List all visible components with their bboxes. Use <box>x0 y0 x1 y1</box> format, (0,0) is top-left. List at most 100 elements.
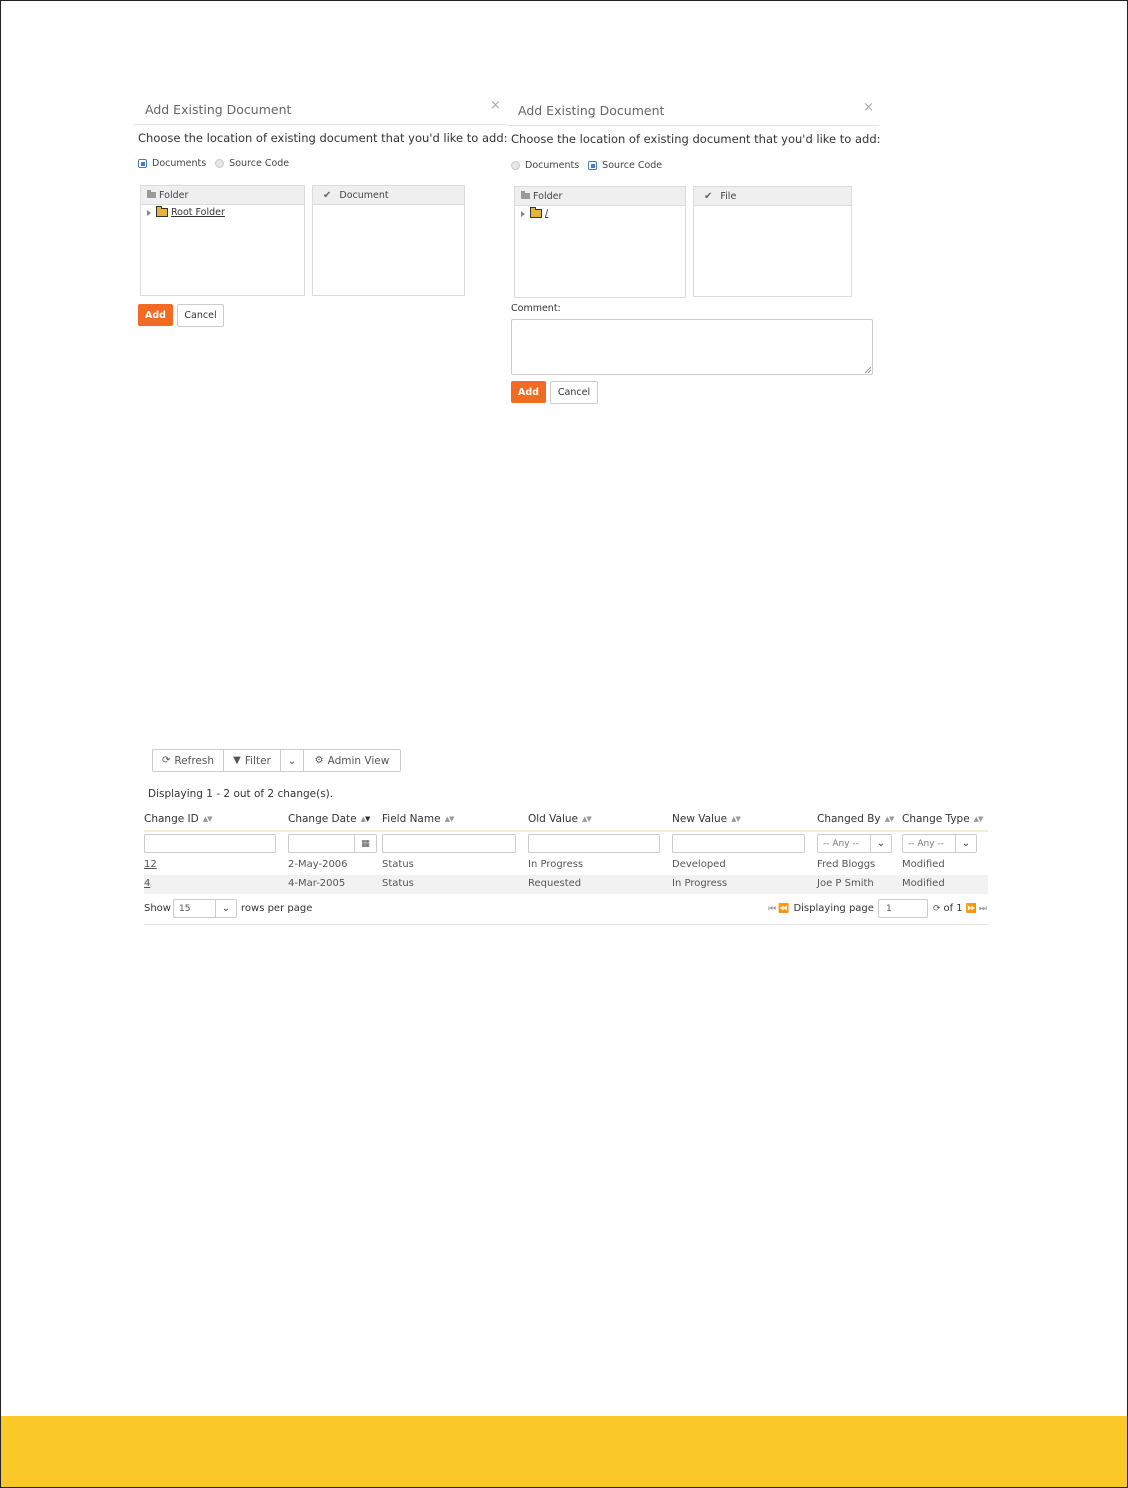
change-date-cell: 2-May-2006 <box>288 859 348 870</box>
sort-icon[interactable]: ▲▼ <box>445 815 455 823</box>
close-icon[interactable]: × <box>863 101 874 114</box>
radio-source-code[interactable] <box>588 161 598 170</box>
header-divider <box>144 830 988 832</box>
location-radio-group: Documents Source Code <box>138 158 289 169</box>
tree-node-root[interactable]: Root Folder <box>147 206 225 218</box>
expand-arrow-icon[interactable] <box>147 209 151 216</box>
expand-arrow-icon[interactable] <box>521 210 525 217</box>
change-id-link[interactable]: 4 <box>144 878 150 889</box>
column-header-changed-by[interactable]: Changed By ▲▼ <box>817 813 895 825</box>
folder-tree-pane: Folder Root Folder <box>140 185 305 296</box>
chevron-down-icon[interactable]: ⌄ <box>870 835 891 852</box>
folder-pane-header: Folder <box>141 186 304 205</box>
changed-by-cell: Joe P Smith <box>817 878 874 889</box>
column-header-change-id[interactable]: Change ID ▲▼ <box>144 813 212 825</box>
filter-change-id-input[interactable] <box>144 834 276 853</box>
dialog-prompt: Choose the location of existing document… <box>138 131 508 145</box>
column-label: Changed By <box>817 813 881 825</box>
rows-per-page-label: rows per page <box>241 903 313 914</box>
refresh-icon[interactable]: ⟳ <box>933 904 941 914</box>
change-type-cell: Modified <box>902 859 945 870</box>
radio-documents[interactable] <box>138 159 147 168</box>
folder-header-label: Folder <box>533 190 563 202</box>
grid-footer: Show 15 ⌄ rows per page ⏮ ⏪ Displaying p… <box>144 898 988 925</box>
add-button[interactable]: Add <box>138 304 173 326</box>
filter-field-name-input[interactable] <box>382 834 516 853</box>
filter-old-value-input[interactable] <box>528 834 660 853</box>
sort-icon[interactable]: ▲▼ <box>731 815 741 823</box>
chevron-down-icon: ⌄ <box>287 754 297 767</box>
resize-grip-icon[interactable] <box>865 367 871 373</box>
sort-icon[interactable]: ▲▼ <box>974 815 984 823</box>
column-label: Old Value <box>528 813 579 825</box>
new-value-cell: Developed <box>672 859 726 870</box>
document-list-pane: ✔ Document <box>312 185 465 296</box>
sort-icon[interactable]: ▲▼ <box>361 815 371 823</box>
dialog-title: Add Existing Document <box>145 102 292 117</box>
chevron-down-icon[interactable]: ⌄ <box>215 900 236 917</box>
rows-per-page-select[interactable]: 15 ⌄ <box>173 899 237 918</box>
refresh-button[interactable]: ⟳ Refresh <box>153 750 224 771</box>
close-icon[interactable]: × <box>490 99 501 112</box>
column-header-field-name[interactable]: Field Name ▲▼ <box>382 813 455 825</box>
radio-documents-label: Documents <box>152 158 207 169</box>
sort-icon[interactable]: ▲▼ <box>582 815 592 823</box>
old-value-cell: In Progress <box>528 859 584 870</box>
check-icon[interactable]: ✔ <box>704 191 712 202</box>
check-icon[interactable]: ✔ <box>323 190 331 201</box>
page-number-input[interactable]: 1 <box>877 899 928 918</box>
field-name-cell: Status <box>382 859 414 870</box>
folder-icon <box>147 190 156 198</box>
column-label: Field Name <box>382 813 441 825</box>
filter-new-value-input[interactable] <box>672 834 805 853</box>
column-header-old-value[interactable]: Old Value ▲▼ <box>528 813 592 825</box>
radio-documents[interactable] <box>511 161 520 170</box>
radio-source-code-label: Source Code <box>602 160 663 171</box>
select-value: 15 <box>179 903 191 914</box>
chevron-down-icon[interactable]: ⌄ <box>955 835 976 852</box>
file-pane-header: ✔ File <box>694 187 851 206</box>
tree-node-label[interactable]: Root Folder <box>171 207 225 218</box>
comment-textarea[interactable] <box>511 319 873 375</box>
next-page-icon[interactable]: ⏩ <box>966 904 977 914</box>
column-header-change-date[interactable]: Change Date ▲▼ <box>288 813 371 825</box>
select-value: -- Any -- <box>823 838 859 849</box>
filter-change-date-input[interactable]: ▦ <box>288 834 377 853</box>
previous-page-icon[interactable]: ⏪ <box>778 904 789 914</box>
column-header-new-value[interactable]: New Value ▲▼ <box>672 813 741 825</box>
pager: ⏮ ⏪ Displaying page 1 ⟳ of 1 ⏩ ⏭ <box>767 899 988 918</box>
new-value-cell: In Progress <box>672 878 728 889</box>
footer-band <box>1 1416 1127 1487</box>
change-id-link[interactable]: 12 <box>144 859 157 870</box>
refresh-icon: ⟳ <box>161 755 171 766</box>
last-page-icon[interactable]: ⏭ <box>979 904 987 914</box>
radio-source-code[interactable] <box>215 159 225 168</box>
cancel-button[interactable]: Cancel <box>177 304 224 327</box>
displaying-count: Displaying 1 - 2 out of 2 change(s). <box>148 788 334 800</box>
show-label: Show <box>144 903 171 914</box>
sort-icon[interactable]: ▲▼ <box>885 815 895 823</box>
filter-button[interactable]: ▼ Filter <box>224 750 281 771</box>
admin-view-label: Admin View <box>327 754 390 767</box>
filter-change-type-select[interactable]: -- Any -- ⌄ <box>902 834 977 853</box>
filter-dropdown-button[interactable]: ⌄ <box>281 750 304 771</box>
admin-view-button[interactable]: ⚙ Admin View <box>304 750 400 771</box>
table-row: 4 4-Mar-2005 Status Requested In Progres… <box>144 875 988 894</box>
displaying-page-label: Displaying page <box>793 903 874 914</box>
add-button[interactable]: Add <box>511 381 546 403</box>
old-value-cell: Requested <box>528 878 582 889</box>
tree-node-label[interactable]: / <box>545 208 548 219</box>
calendar-icon[interactable]: ▦ <box>354 835 376 852</box>
document-header-label: Document <box>339 189 389 201</box>
gear-icon: ⚙ <box>314 755 324 766</box>
first-page-icon[interactable]: ⏮ <box>768 904 776 914</box>
column-header-change-type[interactable]: Change Type ▲▼ <box>902 813 984 825</box>
filter-changed-by-select[interactable]: -- Any -- ⌄ <box>817 834 892 853</box>
location-radio-group: Documents Source Code <box>511 160 662 171</box>
sort-icon[interactable]: ▲▼ <box>203 815 213 823</box>
cancel-button[interactable]: Cancel <box>550 381 598 404</box>
dialog-title: Add Existing Document <box>518 103 665 118</box>
file-header-label: File <box>720 190 737 202</box>
tree-node-root[interactable]: / <box>521 207 548 219</box>
change-date-cell: 4-Mar-2005 <box>288 878 346 889</box>
